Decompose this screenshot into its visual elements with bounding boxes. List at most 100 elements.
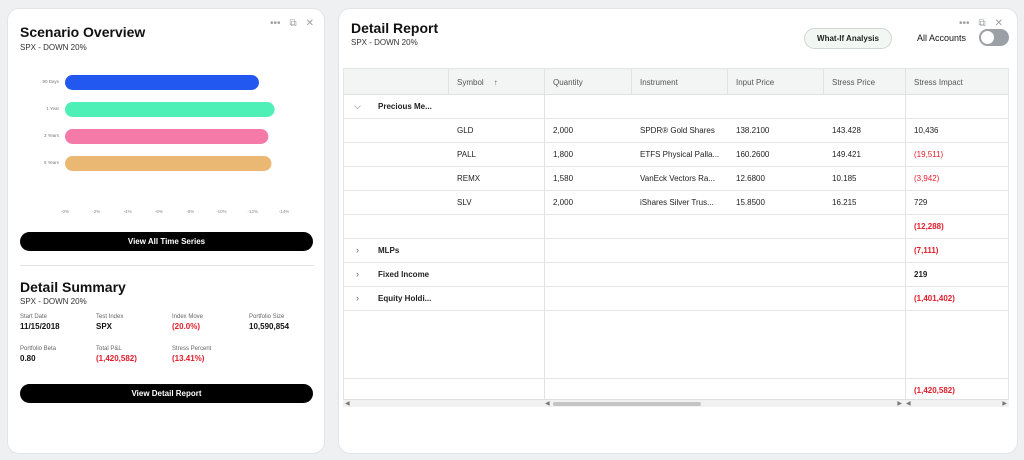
window-controls: ••• ⧉ ✕ [270, 19, 314, 29]
group-equity-total: (1,401,402) [914, 293, 955, 303]
summary-item-value: 0.80 [20, 354, 36, 363]
summary-item: Portfolio Size 10,590,854 [249, 314, 289, 331]
group-mlps-total: (7,111) [914, 245, 939, 255]
what-if-analysis-button[interactable]: What-If Analysis [804, 28, 892, 49]
scroll-track-left[interactable]: ◀ [343, 399, 543, 407]
cell-stress: 143.428 [832, 125, 861, 135]
cell-symbol: SLV [457, 197, 472, 207]
col-head-input-price[interactable]: Input Price [727, 69, 823, 95]
group-equity-label[interactable]: Equity Holdi... [378, 286, 431, 310]
chevron-right-icon[interactable]: › [356, 238, 359, 262]
col-divider [544, 69, 545, 402]
summary-item-value: (13.41%) [172, 354, 205, 363]
popout-icon[interactable]: ⧉ [290, 19, 297, 29]
report-title: Detail Report [351, 20, 439, 36]
cell-input: 15.8500 [736, 197, 765, 207]
report-subtitle: SPX - DOWN 20% [351, 38, 418, 47]
x-tick-label: -12% [247, 209, 258, 214]
chart-svg: 90 Days 1 Year 3 Years 5 Years -0% -2% -4% -6% -… [42, 75, 290, 214]
cell-impact: 10,436 [914, 125, 939, 135]
cell-quantity: 1,580 [553, 173, 574, 183]
scroll-track-main[interactable]: ◀ ▶ [543, 399, 904, 407]
col-head-stress-price[interactable]: Stress Price [823, 69, 905, 95]
col-head-quantity[interactable]: Quantity [544, 69, 631, 95]
scenario-bar-chart: 90 Days 1 Year 3 Years 5 Years -0% -2% -4% -6% -… [20, 67, 310, 217]
view-detail-report-button[interactable]: View Detail Report [20, 384, 313, 403]
col-divider [823, 69, 824, 95]
summary-item-label: Start Date [20, 314, 48, 320]
x-tick-label: -14% [279, 209, 290, 214]
scroll-left-icon[interactable]: ◀ [545, 400, 550, 408]
toggle-knob [981, 31, 994, 44]
col-head-instrument[interactable]: Instrument [631, 69, 727, 95]
x-tick-label: -8% [186, 209, 194, 214]
chevron-down-icon[interactable]: ⌵ [354, 95, 361, 118]
x-tick-label: -0% [61, 209, 69, 214]
more-icon[interactable]: ••• [959, 19, 970, 29]
horizontal-scrollbar[interactable]: ◀ ◀ ▶ ◀ ▶ [343, 399, 1009, 407]
y-tick-label: 3 Years [44, 133, 60, 138]
group-fixed-income-label[interactable]: Fixed Income [378, 262, 429, 286]
summary-subtitle: SPX - DOWN 20% [20, 297, 87, 306]
more-icon[interactable]: ••• [270, 19, 281, 29]
bar-1-year [65, 102, 275, 117]
row-divider [344, 214, 1008, 215]
cell-symbol: REMX [457, 173, 481, 183]
row-divider [344, 378, 1008, 379]
group-precious-label[interactable]: Precious Me... [378, 95, 544, 118]
popout-icon[interactable]: ⧉ [979, 19, 986, 29]
col-head-stress-impact[interactable]: Stress Impact [905, 69, 1008, 95]
row-divider [344, 262, 1008, 263]
col-head-symbol[interactable]: Symbol ↑ [448, 69, 544, 95]
report-grid: Symbol ↑ Quantity Instrument Input Price… [343, 68, 1009, 403]
summary-item-value: (1,420,582) [96, 354, 137, 363]
summary-item-label: Index Move [172, 314, 204, 320]
group-mlps-label[interactable]: MLPs [378, 238, 399, 262]
summary-item-value: SPX [96, 322, 113, 331]
summary-item-label: Total P&L [96, 346, 122, 352]
summary-item-value: (20.0%) [172, 322, 201, 331]
close-icon[interactable]: ✕ [995, 19, 1003, 29]
x-tick-label: -6% [155, 209, 163, 214]
view-all-time-series-button[interactable]: View All Time Series [20, 232, 313, 251]
summary-item: Start Date 11/15/2018 [20, 314, 60, 331]
cell-input: 12.6800 [736, 173, 765, 183]
col-divider [727, 69, 728, 95]
cell-instrument: ETFS Physical Palla... [640, 149, 720, 159]
all-accounts-toggle[interactable] [979, 29, 1009, 46]
cell-quantity: 2,000 [553, 125, 574, 135]
x-tick-label: -4% [124, 209, 132, 214]
window-controls: ••• ⧉ ✕ [959, 19, 1003, 29]
row-divider [344, 238, 1008, 239]
chevron-right-icon[interactable]: › [356, 286, 359, 310]
cell-quantity: 2,000 [553, 197, 574, 207]
grid-header: Symbol ↑ Quantity Instrument Input Price… [344, 69, 1008, 95]
cell-quantity: 1,800 [553, 149, 574, 159]
scroll-left-icon[interactable]: ◀ [906, 400, 911, 408]
cell-symbol: PALL [457, 149, 476, 159]
cell-impact: (19,511) [914, 149, 944, 159]
scroll-right-icon[interactable]: ▶ [897, 400, 902, 408]
cell-impact: (3,942) [914, 173, 940, 183]
scroll-left-icon[interactable]: ◀ [345, 400, 350, 408]
group-fixed-income-total: 219 [914, 269, 928, 279]
sort-asc-icon[interactable]: ↑ [494, 78, 498, 87]
scroll-track-right[interactable]: ◀ ▶ [904, 399, 1009, 407]
cell-input: 138.2100 [736, 125, 770, 135]
scroll-right-icon[interactable]: ▶ [1002, 400, 1007, 408]
summary-item-label: Portfolio Beta [20, 346, 57, 352]
scroll-thumb[interactable] [553, 402, 701, 406]
cell-stress: 10.185 [832, 173, 857, 183]
bar-5-years [65, 156, 272, 171]
close-icon[interactable]: ✕ [306, 19, 314, 29]
row-divider [344, 310, 1008, 311]
col-divider [448, 69, 449, 95]
summary-item-value: 10,590,854 [249, 322, 290, 331]
precious-subtotal: (12,288) [914, 221, 944, 231]
cell-stress: 16.215 [832, 197, 857, 207]
y-tick-label: 1 Year [46, 106, 59, 111]
scenario-subtitle: SPX - DOWN 20% [20, 43, 87, 52]
panel-divider [20, 265, 314, 266]
chevron-right-icon[interactable]: › [356, 262, 359, 286]
cell-instrument: iShares Silver Trus... [640, 197, 714, 207]
